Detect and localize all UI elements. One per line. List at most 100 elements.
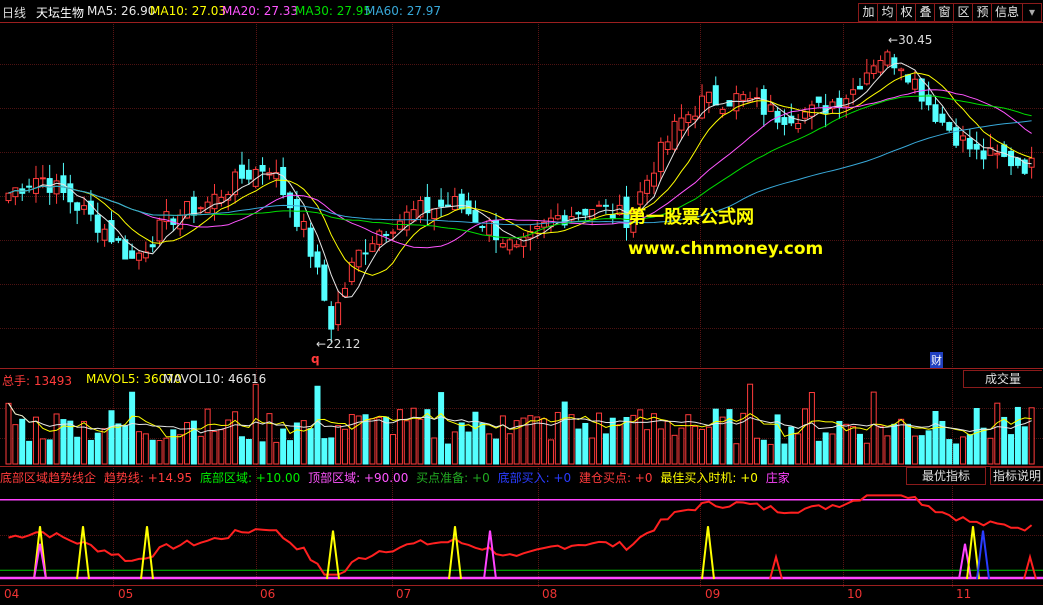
candle-body [513, 244, 520, 248]
volume-bar [499, 415, 506, 465]
volume-bar [149, 439, 156, 465]
volume-bar [966, 434, 973, 465]
candle-body [939, 113, 946, 123]
volume-bar [417, 418, 424, 465]
volume-bar [822, 432, 829, 465]
candle-body [67, 183, 74, 203]
volume-bar [623, 416, 630, 465]
indicator-help-button[interactable]: 指标说明 [990, 467, 1043, 485]
add-button[interactable]: 加 [858, 3, 879, 22]
volume-bar [252, 383, 259, 465]
candle-body [891, 57, 898, 69]
candle-body [238, 164, 245, 179]
volume-bar [836, 420, 843, 465]
candle-body [458, 193, 465, 210]
volume-indicator-button[interactable]: 成交量 [963, 370, 1042, 388]
candle-body [184, 201, 191, 219]
candle-body [369, 243, 376, 252]
candle-body [1008, 150, 1015, 167]
volume-bar [699, 428, 706, 465]
ma30-readout: MA30: 27.95 [295, 4, 372, 18]
candle-body [499, 243, 506, 248]
volume-bar [678, 427, 685, 465]
volume-bar [1001, 416, 1008, 465]
candle-body [32, 178, 39, 194]
candle-body [959, 135, 966, 141]
candle-body [953, 127, 960, 146]
candle-body [101, 228, 108, 241]
xaxis-label: 08 [542, 587, 558, 601]
volume-bar [307, 428, 314, 465]
candle-body [602, 204, 609, 207]
rights-button[interactable]: 权 [896, 3, 917, 22]
volume-bar [905, 423, 912, 465]
forecast-button[interactable]: 预 [972, 3, 993, 22]
volume-bar [19, 418, 26, 465]
volume-bar [987, 437, 994, 465]
volume-bar [795, 433, 802, 465]
candle-body [644, 179, 651, 194]
menu-arrow-icon[interactable]: ▾ [1022, 3, 1042, 22]
volume-bar [891, 423, 898, 465]
ma20-readout: MA20: 27.33 [222, 4, 299, 18]
volume-bar [32, 416, 39, 465]
window-button[interactable]: 窗 [934, 3, 955, 22]
volume-bar [712, 408, 719, 465]
volume-bar [142, 433, 149, 465]
candle-body [520, 236, 527, 247]
candle-body [122, 239, 129, 260]
ma30-line [8, 95, 1032, 239]
candle-body [314, 251, 321, 268]
candle-body [802, 111, 809, 119]
candle-body [685, 114, 692, 124]
finance-marker[interactable]: 财 [930, 352, 943, 368]
candle-body [479, 226, 486, 229]
candle-body [383, 233, 390, 236]
volume-bar [788, 426, 795, 465]
optimal-indicator-button[interactable]: 最优指标 [906, 467, 986, 485]
volume-bar [877, 425, 884, 465]
overlay-button[interactable]: 叠 [915, 3, 936, 22]
volume-bar [575, 428, 582, 465]
ma60-line [8, 120, 1032, 226]
volume-bar [431, 437, 438, 465]
bottom-buy-readout: 底部买入: +0 [497, 471, 572, 485]
volume-bar [589, 437, 596, 465]
volume-bar [376, 417, 383, 465]
candle-body [582, 208, 589, 216]
candle-body [94, 214, 101, 233]
candle-body [760, 89, 767, 115]
xaxis-label: 06 [260, 587, 276, 601]
volume-bar [403, 420, 410, 465]
region-button[interactable]: 区 [953, 3, 974, 22]
top-bar: 日线 天坛生物 MA5: 26.90 MA10: 27.03 MA20: 27.… [0, 0, 1043, 22]
candle-body [699, 95, 706, 119]
candle-body [431, 208, 438, 219]
top-zone-readout: 顶部区域: +90.00 [308, 471, 409, 485]
volume-bar [383, 416, 390, 465]
candle-body [335, 302, 342, 326]
volume-bar [87, 439, 94, 465]
volume-bar [959, 436, 966, 465]
volume-bar [932, 410, 939, 465]
volume-bar [856, 433, 863, 465]
volume-bar [671, 434, 678, 465]
info-button[interactable]: 信息 [991, 3, 1023, 22]
average-button[interactable]: 均 [877, 3, 898, 22]
candle-body [328, 306, 335, 330]
volume-bar [293, 422, 300, 465]
candle-body [108, 220, 115, 243]
volume-bar [602, 433, 609, 465]
candle-body [966, 137, 973, 150]
signal-spike [976, 530, 990, 580]
candle-body [850, 89, 857, 95]
volume-bar [802, 408, 809, 465]
candle-body [932, 104, 939, 122]
volume-bar [438, 392, 445, 465]
candle-body [300, 220, 307, 230]
signal-spike [1023, 553, 1037, 580]
volume-bar [939, 420, 946, 465]
candle-body [197, 207, 204, 210]
xaxis-label: 07 [396, 587, 412, 601]
event-marker-q[interactable]: q [311, 352, 320, 366]
